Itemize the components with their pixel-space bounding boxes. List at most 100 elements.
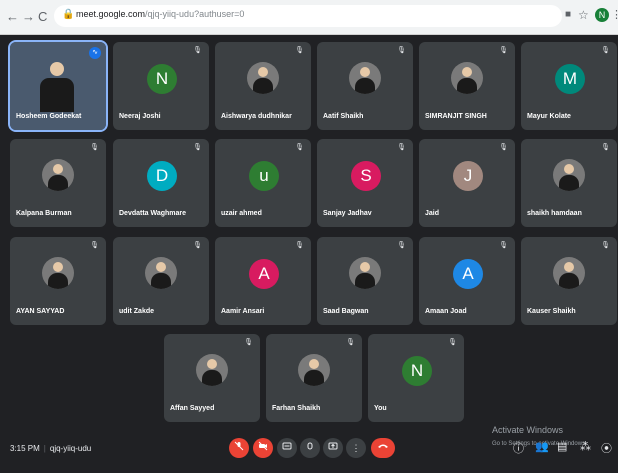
bookmark-star-icon[interactable]: ☆ <box>578 8 589 22</box>
photo-head <box>207 359 217 369</box>
participant-photo <box>298 354 330 386</box>
mic-muted-icon: 🎙 <box>295 242 304 249</box>
meeting-time: 3:15 PM <box>10 444 40 453</box>
meeting-info-separator: | <box>43 444 46 453</box>
raise-hand-icon[interactable] <box>300 438 320 458</box>
photo-body <box>355 78 375 94</box>
participant-avatar: J <box>453 161 483 191</box>
mic-muted-icon: 🎙 <box>244 339 253 346</box>
participant-tile[interactable]: D 🎙 Devdatta Waghmare <box>113 139 209 227</box>
participant-tile[interactable]: S 🎙 Sanjay Jadhav <box>317 139 413 227</box>
participant-name: Neeraj Joshi <box>119 113 161 120</box>
participant-tile[interactable]: 🎙 shaikh hamdaan <box>521 139 617 227</box>
participant-name: Jaid <box>425 210 440 217</box>
participant-avatar: N <box>147 64 177 94</box>
mic-muted-icon: 🎙 <box>601 242 610 249</box>
mic-muted-icon: 🎙 <box>193 47 202 54</box>
participant-photo <box>553 257 585 289</box>
url-host: meet.google.com <box>76 9 146 19</box>
more-options-icon[interactable]: ⋮ <box>346 438 366 458</box>
speaking-indicator-icon: ∿ <box>89 47 101 59</box>
host-controls-icon[interactable]: ⦿ <box>601 440 612 456</box>
photo-head <box>462 67 472 77</box>
mic-muted-icon: 🎙 <box>601 47 610 54</box>
present-icon[interactable] <box>323 438 343 458</box>
participant-avatar: u <box>249 161 279 191</box>
participant-photo <box>451 62 483 94</box>
camera-off-icon[interactable] <box>253 438 273 458</box>
participant-tile[interactable]: A 🎙 Aamir Ansari <box>215 237 311 325</box>
participant-photo <box>145 257 177 289</box>
mic-muted-icon: 🎙 <box>499 242 508 249</box>
participant-name: You <box>374 405 387 412</box>
camera-in-use-icon[interactable]: ■ <box>565 9 571 20</box>
photo-head <box>53 164 63 174</box>
address-bar[interactable]: 🔒 meet.google.com/qjq-yiiq-udu?authuser=… <box>54 5 562 27</box>
lock-icon: 🔒 <box>62 9 75 20</box>
photo-head <box>156 262 166 272</box>
mic-muted-icon: 🎙 <box>295 144 304 151</box>
mic-muted-icon: 🎙 <box>193 144 202 151</box>
participant-name: uzair ahmed <box>221 210 262 217</box>
photo-head <box>50 62 64 76</box>
participant-tile[interactable]: 🎙 Saad Bagwan <box>317 237 413 325</box>
participant-tile[interactable]: J 🎙 Jaid <box>419 139 515 227</box>
participant-tile[interactable]: ∿ Hosheem Godeekat <box>8 40 108 132</box>
photo-head <box>53 262 63 272</box>
participant-photo <box>42 257 74 289</box>
end-call-icon[interactable] <box>371 438 395 458</box>
forward-icon[interactable]: → <box>22 9 35 24</box>
participant-avatar: A <box>249 259 279 289</box>
participant-name: Affan Sayyed <box>170 405 215 412</box>
mic-muted-icon: 🎙 <box>397 144 406 151</box>
mic-muted-icon: 🎙 <box>499 144 508 151</box>
chat-icon[interactable]: ▤ <box>557 440 567 453</box>
captions-icon[interactable] <box>277 438 297 458</box>
back-icon[interactable]: ← <box>6 9 19 24</box>
participant-photo <box>349 257 381 289</box>
activities-icon[interactable]: ⁂ <box>580 440 591 453</box>
participant-tile[interactable]: 🎙 Affan Sayyed <box>164 334 260 422</box>
meeting-code: qjq-yiiq-udu <box>49 444 92 453</box>
participant-avatar: A <box>453 259 483 289</box>
participant-tile[interactable]: 🎙 Kauser Shaikh <box>521 237 617 325</box>
mic-off-icon[interactable] <box>229 438 249 458</box>
people-icon[interactable]: 👥 <box>535 440 549 453</box>
photo-head <box>564 262 574 272</box>
participant-tile[interactable]: 🎙 SIMRANJIT SINGH <box>419 42 515 130</box>
participant-photo <box>349 62 381 94</box>
photo-body <box>253 78 273 94</box>
participant-tile[interactable]: u 🎙 uzair ahmed <box>215 139 311 227</box>
mic-muted-icon: 🎙 <box>90 242 99 249</box>
photo-body <box>48 175 68 191</box>
meeting-details-icon[interactable]: ⓘ <box>513 440 524 456</box>
participant-photo <box>247 62 279 94</box>
photo-body <box>40 78 74 112</box>
participant-photo <box>42 159 74 191</box>
mic-muted-icon: 🎙 <box>193 242 202 249</box>
participant-tile[interactable]: 🎙 AYAN SAYYAD <box>10 237 106 325</box>
mic-muted-icon: 🎙 <box>90 144 99 151</box>
browser-menu-icon[interactable]: ⋮ <box>611 8 618 21</box>
participant-tile[interactable]: 🎙 udit Zakde <box>113 237 209 325</box>
participant-name: Kauser Shaikh <box>527 308 576 315</box>
participant-name: Devdatta Waghmare <box>119 210 187 217</box>
participant-tile[interactable]: 🎙 Aatif Shaikh <box>317 42 413 130</box>
url-text: meet.google.com/qjq-yiiq-udu?authuser=0 <box>76 9 244 19</box>
meeting-info: 3:15 PM | qjq-yiiq-udu <box>10 444 91 453</box>
mic-muted-icon: 🎙 <box>601 144 610 151</box>
participant-tile[interactable]: N 🎙 You <box>368 334 464 422</box>
photo-body <box>355 273 375 289</box>
photo-head <box>309 359 319 369</box>
participant-tile[interactable]: 🎙 Farhan Shaikh <box>266 334 362 422</box>
profile-avatar[interactable]: N <box>595 8 609 22</box>
participant-tile[interactable]: A 🎙 Amaan Joad <box>419 237 515 325</box>
participant-tile[interactable]: M 🎙 Mayur Kolate <box>521 42 617 130</box>
photo-head <box>564 164 574 174</box>
participant-tile[interactable]: 🎙 Aishwarya dudhnikar <box>215 42 311 130</box>
participant-tile[interactable]: 🎙 Kalpana Burman <box>10 139 106 227</box>
participant-name: Saad Bagwan <box>323 308 369 315</box>
reload-icon[interactable]: C <box>38 9 47 24</box>
mic-muted-icon: 🎙 <box>448 339 457 346</box>
participant-tile[interactable]: N 🎙 Neeraj Joshi <box>113 42 209 130</box>
